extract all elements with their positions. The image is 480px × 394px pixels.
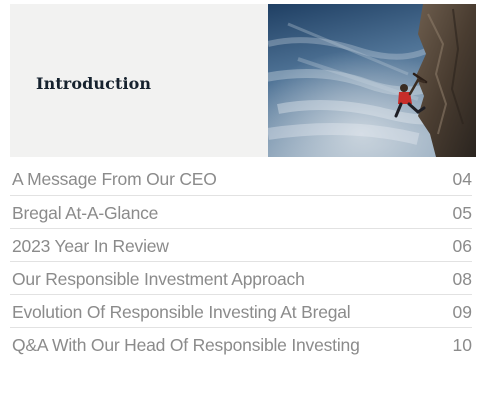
- toc-entry-page-number: 05: [452, 203, 472, 223]
- toc-entry-page-number: 04: [452, 169, 472, 189]
- toc-entry-title: Q&A With Our Head Of Responsible Investi…: [12, 335, 360, 355]
- toc-entry[interactable]: Bregal At-A-Glance 05: [10, 195, 472, 228]
- toc-entry[interactable]: Q&A With Our Head Of Responsible Investi…: [10, 327, 472, 360]
- toc-entry-title: A Message From Our CEO: [12, 169, 217, 189]
- toc-entry-title: Evolution Of Responsible Investing At Br…: [12, 302, 351, 322]
- toc-entry-title: Our Responsible Investment Approach: [12, 269, 305, 289]
- toc-entry-page-number: 09: [452, 302, 472, 322]
- section-title: Introduction: [36, 74, 152, 93]
- climber-photo: [268, 4, 476, 157]
- toc-entry[interactable]: A Message From Our CEO 04: [10, 162, 472, 195]
- toc-entry[interactable]: Our Responsible Investment Approach 08: [10, 261, 472, 294]
- toc-entry-page-number: 10: [452, 335, 472, 355]
- table-of-contents: A Message From Our CEO 04 Bregal At-A-Gl…: [10, 162, 472, 360]
- toc-entry-title: Bregal At-A-Glance: [12, 203, 159, 223]
- toc-page: Introduction A Message From Our CEO 04 B…: [0, 0, 480, 394]
- toc-entry-page-number: 08: [452, 269, 472, 289]
- toc-entry[interactable]: Evolution Of Responsible Investing At Br…: [10, 294, 472, 327]
- toc-entry[interactable]: 2023 Year In Review 06: [10, 228, 472, 261]
- toc-entry-title: 2023 Year In Review: [12, 236, 169, 256]
- toc-entry-page-number: 06: [452, 236, 472, 256]
- climber-photo-image: [268, 4, 476, 157]
